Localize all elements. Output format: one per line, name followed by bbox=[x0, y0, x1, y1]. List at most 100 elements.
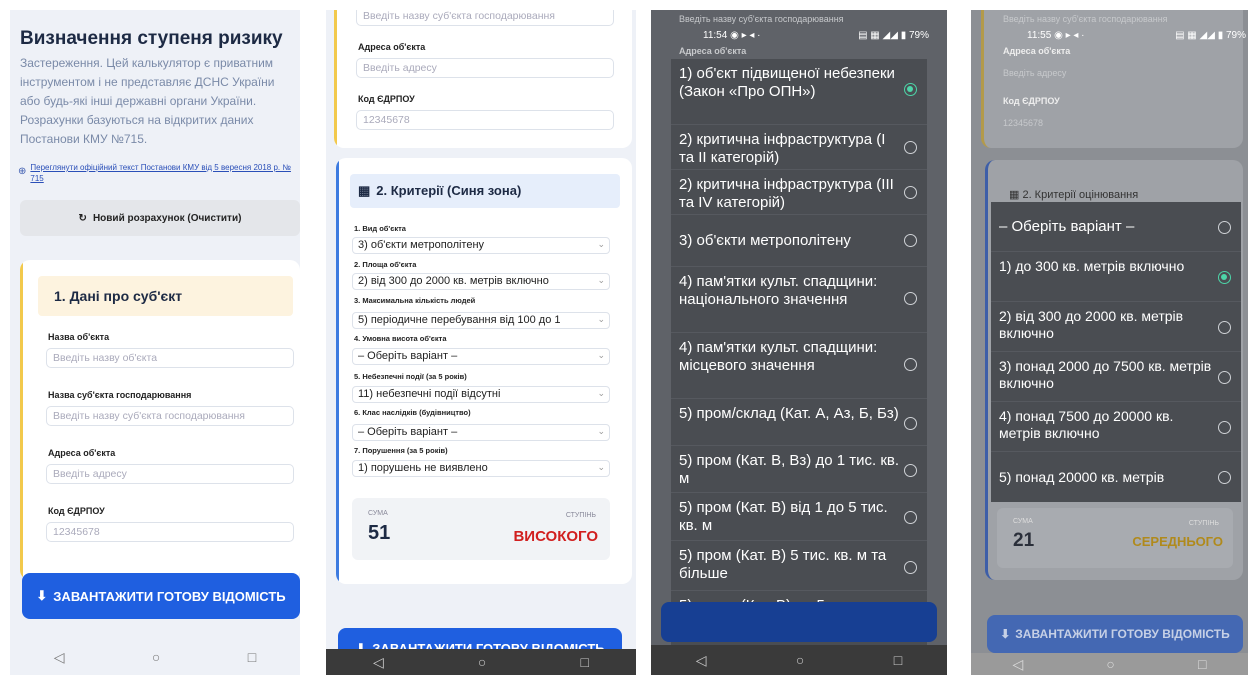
object-name-label: Назва об'єкта bbox=[48, 332, 110, 342]
subject-data-card: 1. Дані про суб'єкт Назва об'єкта Введіт… bbox=[20, 260, 300, 580]
criterion-3-select[interactable]: 5) періодичне перебування від 100 до 1 ⌄ bbox=[352, 312, 610, 329]
option-8[interactable]: 5) пром (Кат. В, Вз) до 1 тис. кв. м bbox=[671, 446, 927, 493]
back-icon[interactable]: ◁ bbox=[696, 652, 707, 669]
degree-value: ВИСОКОГО bbox=[513, 528, 598, 545]
radio-icon bbox=[904, 511, 917, 524]
option-9[interactable]: 5) пром (Кат. В) від 1 до 5 тис. кв. м bbox=[671, 493, 927, 541]
background-result-box: СУМА 21 СТУПІНЬ СЕРЕДНЬОГО bbox=[997, 508, 1233, 568]
card-accent bbox=[20, 260, 23, 580]
home-icon[interactable]: ○ bbox=[796, 652, 804, 668]
option-7[interactable]: 5) пром/склад (Кат. А, Аз, Б, Бз) bbox=[671, 399, 927, 446]
address-input[interactable]: Введіть адресу bbox=[46, 464, 294, 484]
reset-button[interactable]: ↻ Новий розрахунок (Очистити) bbox=[20, 200, 300, 236]
address-input[interactable]: Введіть адресу bbox=[356, 58, 614, 78]
option-3[interactable]: 3) понад 2000 до 7500 кв. метрів включно bbox=[991, 352, 1241, 402]
radio-icon bbox=[1218, 371, 1231, 384]
subject-card-tail: Введіть назву суб'єкта господарювання Ад… bbox=[334, 10, 632, 148]
result-box: СУМА 51 СТУПІНЬ ВИСОКОГО bbox=[352, 498, 610, 560]
refresh-icon: ↻ bbox=[78, 212, 87, 224]
option-2[interactable]: 2) критична інфраструктура (І та ІІ кате… bbox=[671, 125, 927, 170]
home-icon[interactable]: ○ bbox=[1106, 656, 1114, 672]
radio-selected-icon bbox=[1218, 271, 1231, 284]
edrpou-input[interactable]: 12345678 bbox=[46, 522, 294, 542]
clock: 11:54 ◉ ▸ ◂ · bbox=[703, 30, 761, 41]
background-field-label: Адреса об'єкта bbox=[679, 46, 747, 56]
address-label: Адреса об'єкта bbox=[358, 42, 426, 52]
background-field-label: Код ЄДРПОУ bbox=[1003, 96, 1060, 106]
radio-icon bbox=[904, 561, 917, 574]
option-5[interactable]: 4) пам'ятки культ. спадщини: національно… bbox=[671, 267, 927, 333]
radio-icon bbox=[904, 292, 917, 305]
option-3[interactable]: 2) критична інфраструктура (ІІІ та IV ка… bbox=[671, 170, 927, 215]
download-icon: ⬇ bbox=[36, 588, 48, 603]
option-1[interactable]: 1) до 300 кв. метрів включно bbox=[991, 252, 1241, 302]
recents-icon[interactable]: □ bbox=[894, 652, 902, 668]
options-dialog: 1) об'єкт підвищеної небезпеки (Закон «П… bbox=[671, 59, 927, 645]
home-icon[interactable]: ○ bbox=[478, 654, 486, 670]
option-4[interactable]: 3) об'єкти метрополітену bbox=[671, 215, 927, 267]
company-name-input[interactable]: Введіть назву суб'єкта господарювання bbox=[46, 406, 294, 426]
criterion-7-select[interactable]: 1) порушень не виявлено ⌄ bbox=[352, 460, 610, 477]
sum-value: 51 bbox=[368, 522, 391, 544]
radio-icon bbox=[904, 358, 917, 371]
option-2[interactable]: 2) від 300 до 2000 кв. метрів включно bbox=[991, 302, 1241, 352]
recents-icon[interactable]: □ bbox=[1198, 656, 1206, 672]
section-title: ▦ 2. Критерії (Синя зона) bbox=[358, 183, 522, 198]
edrpou-input[interactable]: 12345678 bbox=[356, 110, 614, 130]
calculator-icon: ▦ bbox=[1009, 189, 1023, 201]
edrpou-label: Код ЄДРПОУ bbox=[48, 506, 105, 516]
radio-icon bbox=[904, 186, 917, 199]
background-download-button: ⬇ ЗАВАНТАЖИТИ ГОТОВУ ВІДОМІСТЬ bbox=[987, 615, 1243, 653]
option-5[interactable]: 5) понад 20000 кв. метрів bbox=[991, 452, 1241, 502]
official-text-link[interactable]: ⊕ Переглянути офіційний текст Постанови … bbox=[18, 162, 296, 184]
recents-icon[interactable]: □ bbox=[580, 654, 588, 670]
back-icon[interactable]: ◁ bbox=[373, 654, 384, 671]
disclaimer-text: Застереження. Цей калькулятор є приватни… bbox=[20, 56, 275, 146]
background-field-text: Введіть назву суб'єкта господарювання bbox=[1003, 14, 1168, 24]
company-name-input[interactable]: Введіть назву суб'єкта господарювання bbox=[356, 10, 614, 26]
edrpou-label: Код ЄДРПОУ bbox=[358, 94, 415, 104]
system-icons: ▤ ▦ ◢◢ ▮ 79% bbox=[1175, 30, 1246, 41]
chevron-down-icon: ⌄ bbox=[597, 388, 605, 398]
criterion-6-select[interactable]: – Оберіть варіант – ⌄ bbox=[352, 424, 610, 441]
criterion-5-select[interactable]: 11) небезпечні події відсутні ⌄ bbox=[352, 386, 610, 403]
criterion-5-label: 5. Небезпечні події (за 5 років) bbox=[354, 372, 467, 381]
card-accent bbox=[334, 10, 337, 148]
degree-label: СТУПІНЬ bbox=[1188, 520, 1219, 527]
chevron-down-icon: ⌄ bbox=[597, 239, 605, 249]
option-1[interactable]: 1) об'єкт підвищеної небезпеки (Закон «П… bbox=[671, 59, 927, 125]
calculator-icon: ▦ bbox=[358, 183, 371, 198]
screen-2: Введіть назву суб'єкта господарювання Ад… bbox=[326, 10, 636, 675]
object-name-input[interactable]: Введіть назву об'єкта bbox=[46, 348, 294, 368]
option-0[interactable]: – Оберіть варіант – bbox=[991, 202, 1241, 252]
android-nav-bar: ◁ ○ □ bbox=[971, 653, 1248, 675]
back-icon[interactable]: ◁ bbox=[54, 649, 65, 666]
option-6[interactable]: 4) пам'ятки культ. спадщини: місцевого з… bbox=[671, 333, 927, 399]
android-nav-bar: ◁ ○ □ bbox=[326, 649, 636, 675]
option-4[interactable]: 4) понад 7500 до 20000 кв. метрів включн… bbox=[991, 402, 1241, 452]
radio-icon bbox=[904, 417, 917, 430]
system-icons: ▤ ▦ ◢◢ ▮ 79% bbox=[858, 30, 929, 41]
chevron-down-icon: ⌄ bbox=[597, 275, 605, 285]
radio-icon bbox=[904, 464, 917, 477]
criterion-4-select[interactable]: – Оберіть варіант – ⌄ bbox=[352, 348, 610, 365]
criterion-6-label: 6. Клас наслідків (будівництво) bbox=[354, 408, 471, 417]
sum-label: СУМА bbox=[368, 510, 388, 517]
radio-selected-icon bbox=[904, 83, 917, 96]
download-button[interactable]: ⬇ЗАВАНТАЖИТИ ГОТОВУ ВІДОМІСТЬ bbox=[22, 573, 300, 619]
degree-label: СТУПІНЬ bbox=[565, 512, 596, 519]
criterion-1-select[interactable]: 3) об'єкти метрополітену ⌄ bbox=[352, 237, 610, 254]
home-icon[interactable]: ○ bbox=[152, 649, 160, 665]
clock: 11:55 ◉ ▸ ◂ · bbox=[1027, 30, 1085, 41]
back-icon[interactable]: ◁ bbox=[1013, 656, 1024, 673]
chevron-down-icon: ⌄ bbox=[597, 426, 605, 436]
option-10[interactable]: 5) пром (Кат. В) 5 тис. кв. м та більше bbox=[671, 541, 927, 591]
android-nav-bar: ◁ ○ □ bbox=[651, 645, 947, 675]
chevron-down-icon: ⌄ bbox=[597, 350, 605, 360]
criteria-card: ▦ 2. Критерії (Синя зона) 1. Вид об'єкта … bbox=[336, 158, 632, 584]
degree-value: СЕРЕДНЬОГО bbox=[1132, 534, 1223, 549]
screen-4: Введіть назву суб'єкта господарювання 11… bbox=[971, 10, 1248, 675]
status-bar: 11:55 ◉ ▸ ◂ · ▤ ▦ ◢◢ ▮ 79% bbox=[1027, 30, 1246, 41]
criterion-2-select[interactable]: 2) від 300 до 2000 кв. метрів включно ⌄ bbox=[352, 273, 610, 290]
recents-icon[interactable]: □ bbox=[248, 649, 256, 665]
